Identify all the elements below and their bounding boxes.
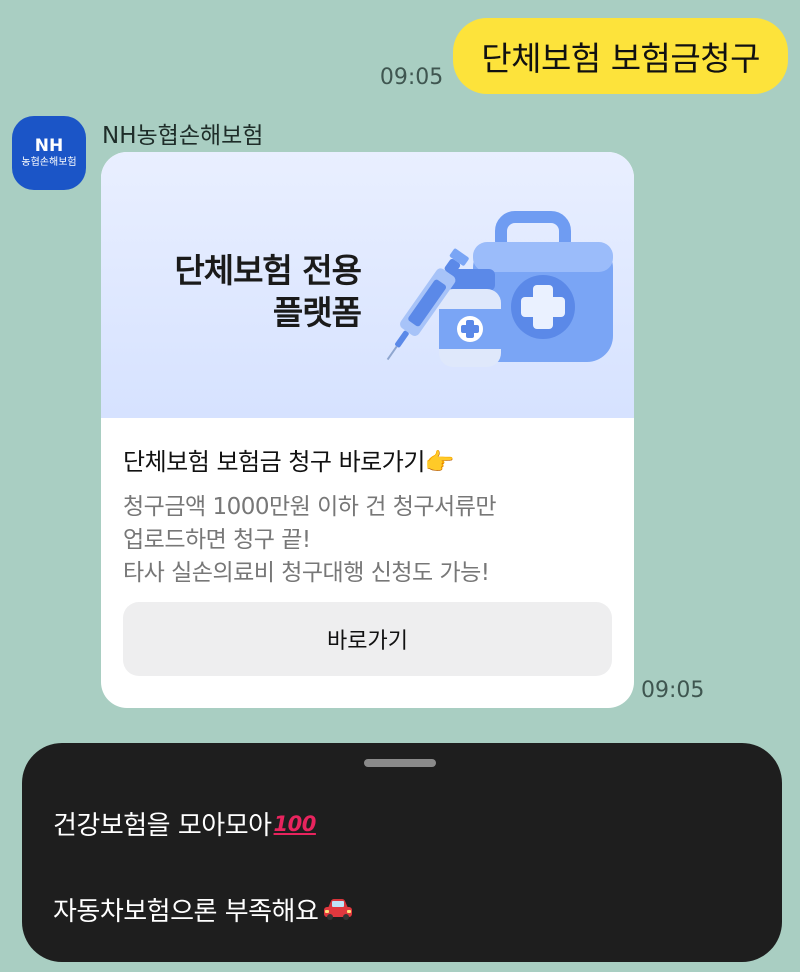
banner-headline: 단체보험 전용 플랫폼 [133,250,362,334]
outgoing-message-bubble[interactable]: 단체보험 보험금청구 [453,18,788,94]
card-title: 단체보험 보험금 청구 바로가기👉 [123,448,455,476]
message-card[interactable]: 단체보험 전용 플랫폼 단체보험 보험금 청구 바로가기👉 청구금액 1000만… [101,152,634,708]
sender-name: NH농협손해보험 [102,123,264,149]
incoming-message-time: 09:05 [641,678,705,703]
quick-reply-car-insurance-label: 자동차보험으론 부족해요 [53,897,319,927]
avatar-logo-text: NH [34,135,64,156]
hundred-points-icon: 100 [273,811,317,836]
quick-reply-sheet: 건강보험을 모아모아 100 자동차보험으론 부족해요 [22,743,782,962]
avatar-logo-subtext: 농협손해보험 [21,156,77,168]
quick-reply-health-insurance-label: 건강보험을 모아모아 [53,811,272,841]
shortcut-button[interactable]: 바로가기 [123,602,612,676]
car-icon [324,898,353,920]
card-description: 청구금액 1000만원 이하 건 청구서류만 업로드하면 청구 끝! 타사 실손… [123,491,612,590]
medical-kit-illustration [386,211,613,367]
outgoing-message-row: 09:05 단체보험 보험금청구 [380,18,788,94]
card-body: 단체보험 보험금 청구 바로가기👉 청구금액 1000만원 이하 건 청구서류만… [101,418,634,676]
card-description-line-3: 타사 실손의료비 청구대행 신청도 가능! [123,560,490,586]
card-description-line-2: 업로드하면 청구 끝! [123,527,311,553]
outgoing-message-time: 09:05 [379,65,444,90]
sheet-drag-handle[interactable] [364,759,436,767]
card-description-line-1: 청구금액 1000만원 이하 건 청구서류만 [123,494,497,520]
quick-reply-car-insurance[interactable]: 자동차보험으론 부족해요 [53,891,354,928]
card-banner[interactable]: 단체보험 전용 플랫폼 [101,152,634,418]
sender-avatar[interactable]: NH 농협손해보험 [12,116,86,190]
quick-reply-health-insurance[interactable]: 건강보험을 모아모아 100 [53,805,316,842]
banner-line-1: 단체보험 전용 [174,251,362,290]
banner-line-2: 플랫폼 [272,293,362,332]
